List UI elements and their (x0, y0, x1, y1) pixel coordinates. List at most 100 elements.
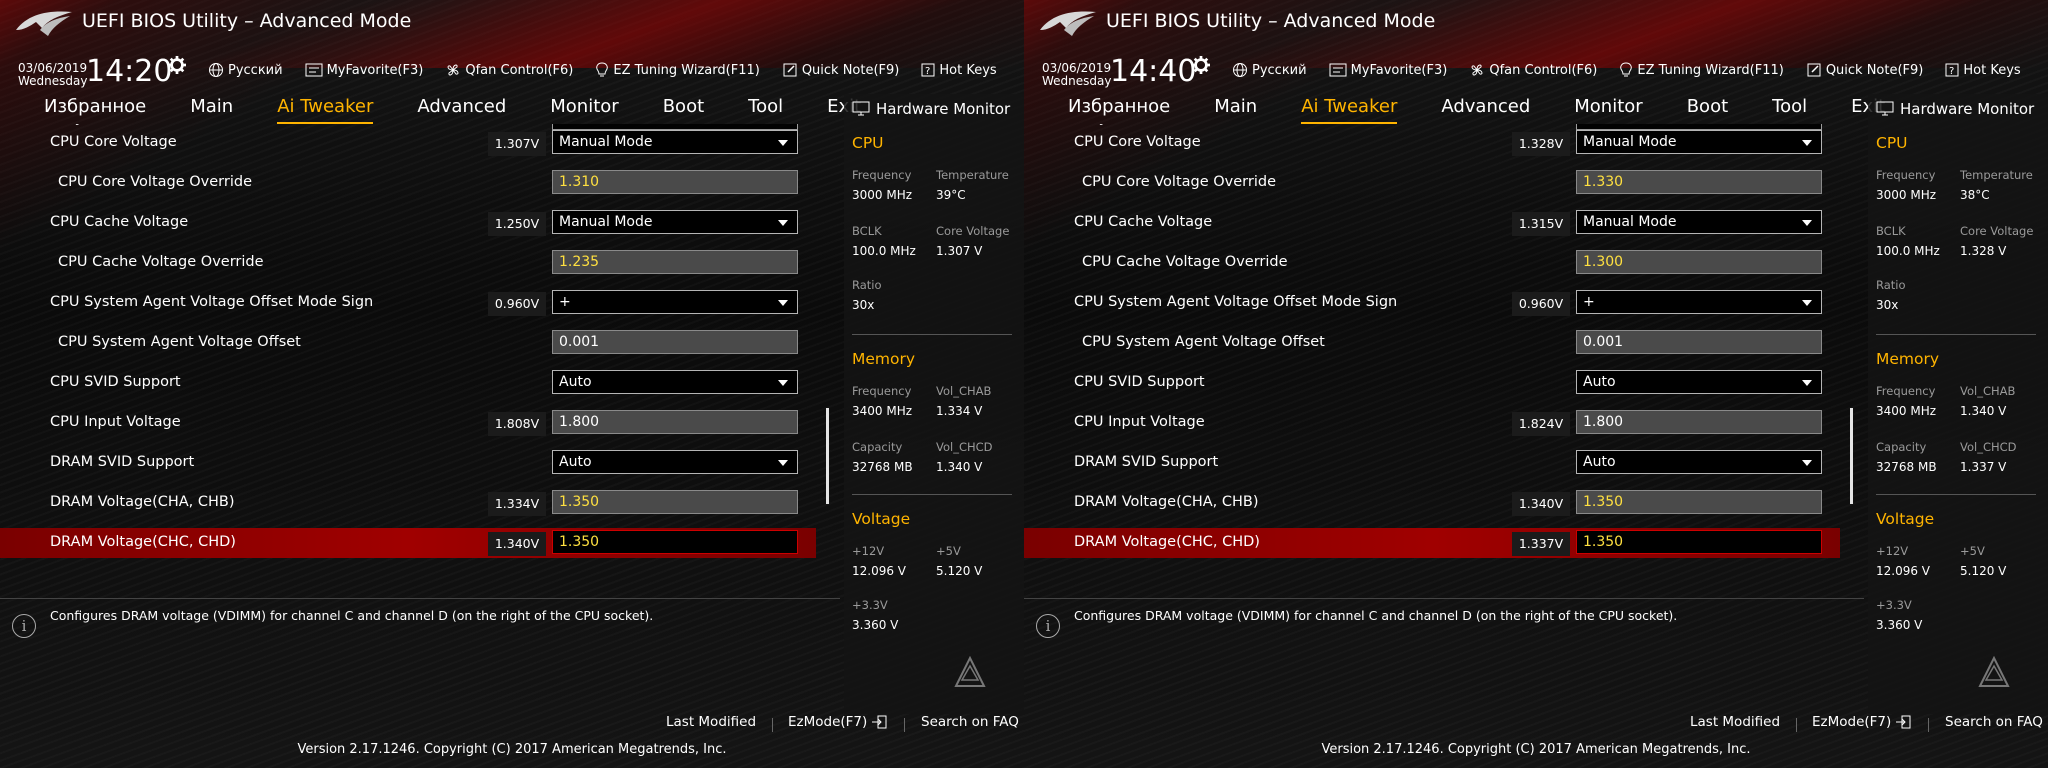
tab-3[interactable]: Advanced (417, 96, 506, 122)
hot-keys-button[interactable]: ? Hot Keys (921, 62, 997, 78)
search-faq-button[interactable]: Search on FAQ (1945, 714, 2043, 730)
current-reading: 1.808V (488, 412, 546, 436)
footer: Last Modified EzMode(F7) Search on FAQ V… (1024, 712, 2048, 768)
myfavorite-button[interactable]: MyFavorite(F3) (1329, 62, 1448, 78)
setting-row[interactable]: CPU Input Voltage 1.808V 1.800 (0, 408, 816, 438)
tab-0[interactable]: Избранное (1068, 96, 1170, 122)
setting-row[interactable]: DRAM Voltage(CHA, CHB) 1.334V 1.350 (0, 488, 816, 518)
myfavorite-label: MyFavorite(F3) (1350, 62, 1448, 78)
ez-tuning-button[interactable]: EZ Tuning Wizard(F11) (1619, 62, 1784, 78)
setting-select[interactable]: + (552, 290, 798, 314)
select-value: Disabled (1583, 124, 1644, 126)
tab-3[interactable]: Advanced (1441, 96, 1530, 122)
setting-input[interactable]: 0.001 (1576, 330, 1822, 354)
setting-input[interactable]: 1.800 (1576, 410, 1822, 434)
weekday-text: Wednesday (18, 74, 88, 88)
tab-4[interactable]: Monitor (1574, 96, 1642, 122)
setting-select[interactable]: Manual Mode (552, 130, 798, 154)
setting-row[interactable]: CPU SVID Support Auto (0, 368, 816, 398)
gear-icon[interactable] (168, 56, 186, 74)
quick-note-button[interactable]: Quick Note(F9) (782, 62, 899, 78)
setting-row[interactable]: CPU Cache Voltage Override 1.235 (0, 248, 816, 278)
setting-select[interactable]: + (1576, 290, 1822, 314)
bclk-value: 100.0 MHz (1876, 244, 1940, 258)
setting-row[interactable]: DRAM Voltage(CHC, CHD) 1.337V 1.350 (1024, 528, 1840, 558)
hot-keys-button[interactable]: ? Hot Keys (1945, 62, 2021, 78)
setting-select[interactable]: Manual Mode (552, 210, 798, 234)
tab-6[interactable]: Tool (1772, 96, 1807, 122)
scrollbar[interactable] (826, 408, 829, 504)
footer-separator (772, 718, 773, 732)
setting-row[interactable]: DRAM Voltage(CHA, CHB) 1.340V 1.350 (1024, 488, 1840, 518)
tab-6[interactable]: Tool (748, 96, 783, 122)
hw-divider (1876, 494, 2036, 495)
title-bar: UEFI BIOS Utility – Advanced Mode (1024, 0, 2048, 46)
ezmode-button[interactable]: EzMode(F7) (1812, 714, 1911, 730)
tab-2[interactable]: Ai Tweaker (277, 96, 374, 124)
setting-row[interactable]: DRAM SVID Support Auto (1024, 448, 1840, 478)
setting-select[interactable]: Manual Mode (1576, 130, 1822, 154)
tab-4[interactable]: Monitor (550, 96, 618, 122)
setting-input[interactable]: 1.350 (552, 490, 798, 514)
setting-label: CPU System Agent Voltage Offset (58, 334, 301, 350)
tab-5[interactable]: Boot (663, 96, 704, 122)
setting-row[interactable]: CPU System Agent Voltage Offset Mode Sig… (1024, 288, 1840, 318)
p5v-value: 5.120 V (936, 564, 983, 578)
setting-row[interactable]: DRAM Voltage(CHC, CHD) 1.340V 1.350 (0, 528, 816, 558)
setting-input[interactable]: 0.001 (552, 330, 798, 354)
setting-row[interactable]: CPU Input Voltage 1.824V 1.800 (1024, 408, 1840, 438)
setting-row[interactable]: CPU Core Voltage Override 1.310 (0, 168, 816, 198)
gear-icon[interactable] (1192, 56, 1210, 74)
setting-input[interactable]: 1.350 (1576, 490, 1822, 514)
setting-row[interactable]: CPU System Agent Voltage Offset Mode Sig… (0, 288, 816, 318)
setting-input[interactable]: 1.310 (552, 170, 798, 194)
hw-divider (852, 334, 1012, 335)
cpu-frequency-value: 3000 MHz (852, 188, 913, 202)
tab-5[interactable]: Boot (1687, 96, 1728, 122)
select-value: Manual Mode (559, 134, 653, 150)
search-faq-button[interactable]: Search on FAQ (921, 714, 1019, 730)
vol-chab-label: Vol_CHAB (1960, 384, 2016, 398)
setting-row[interactable]: CPU SVID Support Auto (1024, 368, 1840, 398)
setting-row[interactable]: CPU Core Voltage 1.328V Manual Mode (1024, 128, 1840, 158)
select-value: Auto (559, 454, 592, 470)
language-button[interactable]: Русский (208, 62, 283, 78)
setting-row[interactable]: CPU Cache Voltage 1.315V Manual Mode (1024, 208, 1840, 238)
setting-input[interactable]: 1.235 (552, 250, 798, 274)
quick-note-button[interactable]: Quick Note(F9) (1806, 62, 1923, 78)
select-value: Manual Mode (559, 214, 653, 230)
last-modified-button[interactable]: Last Modified (1690, 714, 1780, 730)
tab-0[interactable]: Избранное (44, 96, 146, 122)
setting-select[interactable]: Auto (1576, 370, 1822, 394)
qfan-button[interactable]: Qfan Control(F6) (445, 62, 573, 78)
setting-select[interactable]: Auto (552, 450, 798, 474)
tab-2[interactable]: Ai Tweaker (1301, 96, 1398, 124)
svg-text:?: ? (925, 66, 930, 77)
setting-row[interactable]: CPU Cache Voltage Override 1.300 (1024, 248, 1840, 278)
setting-input[interactable]: 1.330 (1576, 170, 1822, 194)
qfan-button[interactable]: Qfan Control(F6) (1469, 62, 1597, 78)
setting-input[interactable]: 1.300 (1576, 250, 1822, 274)
setting-row[interactable]: CPU Cache Voltage 1.250V Manual Mode (0, 208, 816, 238)
setting-select[interactable]: Auto (552, 370, 798, 394)
scrollbar[interactable] (1850, 408, 1853, 504)
setting-input-active[interactable]: 1.350 (1576, 530, 1822, 554)
tab-1[interactable]: Main (190, 96, 233, 122)
last-modified-button[interactable]: Last Modified (666, 714, 756, 730)
tab-1[interactable]: Main (1214, 96, 1257, 122)
ez-tuning-button[interactable]: EZ Tuning Wizard(F11) (595, 62, 760, 78)
setting-row[interactable]: CPU Core Voltage 1.307V Manual Mode (0, 128, 816, 158)
setting-input-active[interactable]: 1.350 (552, 530, 798, 554)
language-button[interactable]: Русский (1232, 62, 1307, 78)
setting-row[interactable]: CPU System Agent Voltage Offset 0.001 (0, 328, 816, 358)
select-value: Manual Mode (1583, 134, 1677, 150)
setting-select[interactable]: Auto (1576, 450, 1822, 474)
setting-row[interactable]: DRAM SVID Support Auto (0, 448, 816, 478)
setting-input[interactable]: 1.800 (552, 410, 798, 434)
myfavorite-button[interactable]: MyFavorite(F3) (305, 62, 423, 78)
settings-list: Fully Manual Mode Disabled CPU Core Voltag… (0, 124, 840, 588)
setting-row[interactable]: CPU System Agent Voltage Offset 0.001 (1024, 328, 1840, 358)
setting-row[interactable]: CPU Core Voltage Override 1.330 (1024, 168, 1840, 198)
ezmode-button[interactable]: EzMode(F7) (788, 714, 887, 730)
setting-select[interactable]: Manual Mode (1576, 210, 1822, 234)
